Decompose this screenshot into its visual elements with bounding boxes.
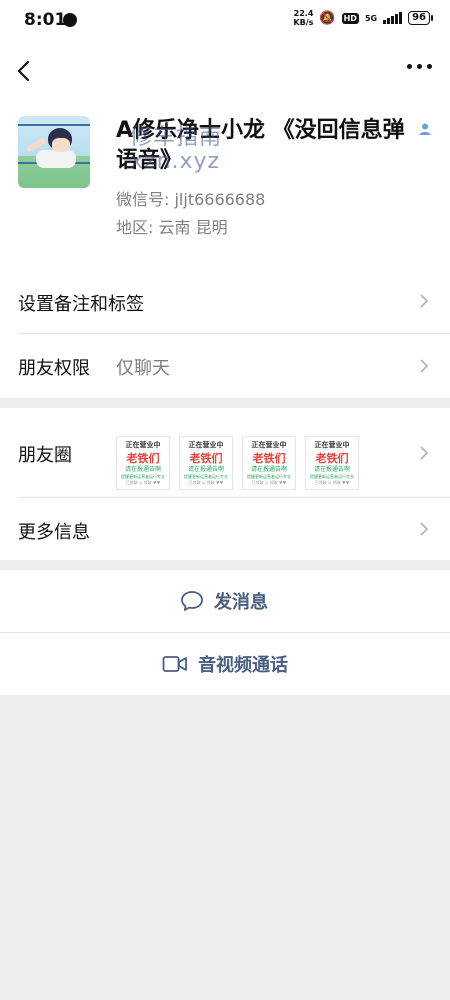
send-message-button[interactable]: 发消息 — [0, 570, 450, 632]
avatar[interactable] — [18, 116, 90, 188]
moments-thumbnail: 正在营业中 老铁们 请在报通告啊 提醒更新运营者运行专业 已领取 ◎ 领取 ♥♥ — [116, 436, 170, 490]
friend-permission-label: 朋友权限 — [18, 358, 90, 379]
video-call-button[interactable]: 音视频通话 — [0, 633, 450, 695]
battery-icon: 96 — [408, 11, 433, 25]
remark-tags-label: 设置备注和标签 — [18, 294, 144, 315]
back-arrow-icon[interactable] — [14, 56, 40, 86]
chat-bubble-icon — [181, 591, 203, 611]
moments-row[interactable]: 朋友圈 正在营业中 老铁们 请在报通告啊 提醒更新运营者运行专业 已领取 ◎ 领… — [0, 408, 450, 498]
status-bar: 8:01 22.4 KB/s 🔕 HD 5G 96 — [0, 0, 450, 42]
video-camera-icon — [162, 656, 187, 672]
friend-permission-value: 仅聊天 — [116, 358, 170, 379]
remark-tags-row[interactable]: 设置备注和标签 — [0, 268, 450, 334]
notification-dot-icon — [63, 13, 77, 27]
moments-thumbnail: 正在营业中 老铁们 请在报通告啊 提醒更新运营者运行专业 已领取 ◎ 领取 ♥♥ — [179, 436, 233, 490]
signal-icon — [383, 12, 403, 24]
video-call-label: 音视频通话 — [198, 655, 288, 676]
network-speed: 22.4 KB/s — [293, 9, 314, 27]
more-info-label: 更多信息 — [18, 522, 90, 543]
chevron-right-icon — [420, 359, 429, 373]
moments-thumbnail: 正在营业中 老铁们 请在报通告啊 提醒更新运营者运行专业 已领取 ◎ 领取 ♥♥ — [305, 436, 359, 490]
person-icon — [419, 123, 431, 135]
region: 地区: 云南 昆明 — [116, 218, 228, 237]
send-message-label: 发消息 — [214, 592, 268, 613]
moments-thumbnail: 正在营业中 老铁们 请在报通告啊 提醒更新运营者运行专业 已领取 ◎ 领取 ♥♥ — [242, 436, 296, 490]
chevron-right-icon — [420, 294, 429, 308]
more-options-icon[interactable] — [407, 64, 432, 69]
chevron-right-icon — [420, 446, 429, 460]
mute-icon: 🔕 — [319, 10, 336, 26]
wechat-id: 微信号: jljt6666688 — [116, 190, 266, 209]
top-nav — [0, 42, 450, 100]
chevron-right-icon — [420, 522, 429, 536]
moments-label: 朋友圈 — [18, 445, 72, 466]
friend-permission-row[interactable]: 朋友权限 仅聊天 — [0, 334, 450, 398]
hd-icon: HD — [341, 12, 359, 24]
status-time: 8:01 — [24, 10, 67, 30]
status-icons: 22.4 KB/s 🔕 HD 5G 96 — [293, 9, 433, 27]
contact-name: A修乐净士小龙 《没回信息弹语音》 — [116, 118, 405, 173]
more-info-row[interactable]: 更多信息 — [0, 498, 450, 560]
network-type: 5G — [364, 13, 378, 23]
profile-card: A修乐净士小龙 《没回信息弹语音》 修车指南 xzn.xyz 微信号: jljt… — [0, 100, 450, 268]
